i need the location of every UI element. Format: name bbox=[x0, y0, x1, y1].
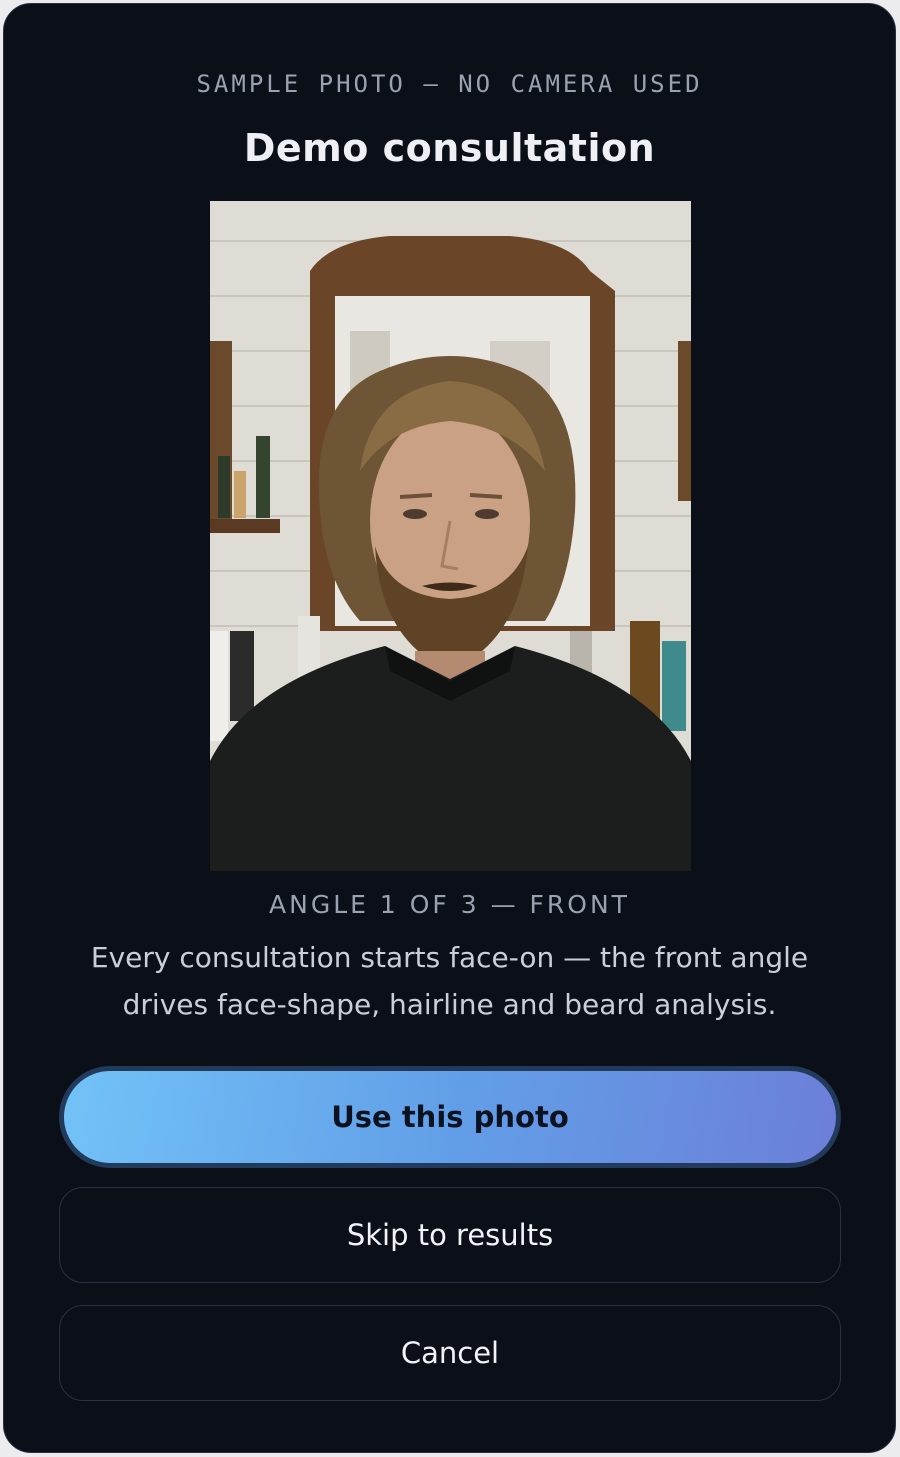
demo-consultation-dialog: SAMPLE PHOTO — NO CAMERA USED Demo consu… bbox=[3, 3, 896, 1453]
portrait-illustration bbox=[210, 201, 691, 871]
sample-portrait-photo bbox=[210, 201, 691, 871]
sample-photo-notice: SAMPLE PHOTO — NO CAMERA USED bbox=[196, 70, 703, 98]
dialog-title: Demo consultation bbox=[243, 126, 656, 170]
angle-description: Every consultation starts face-on — the … bbox=[90, 941, 809, 1021]
use-this-photo-button[interactable]: Use this photo bbox=[59, 1066, 841, 1168]
photo-angle-caption: ANGLE 1 OF 3 — FRONT bbox=[269, 890, 630, 919]
cancel-button[interactable]: Cancel bbox=[59, 1305, 841, 1401]
skip-to-results-button[interactable]: Skip to results bbox=[59, 1187, 841, 1283]
